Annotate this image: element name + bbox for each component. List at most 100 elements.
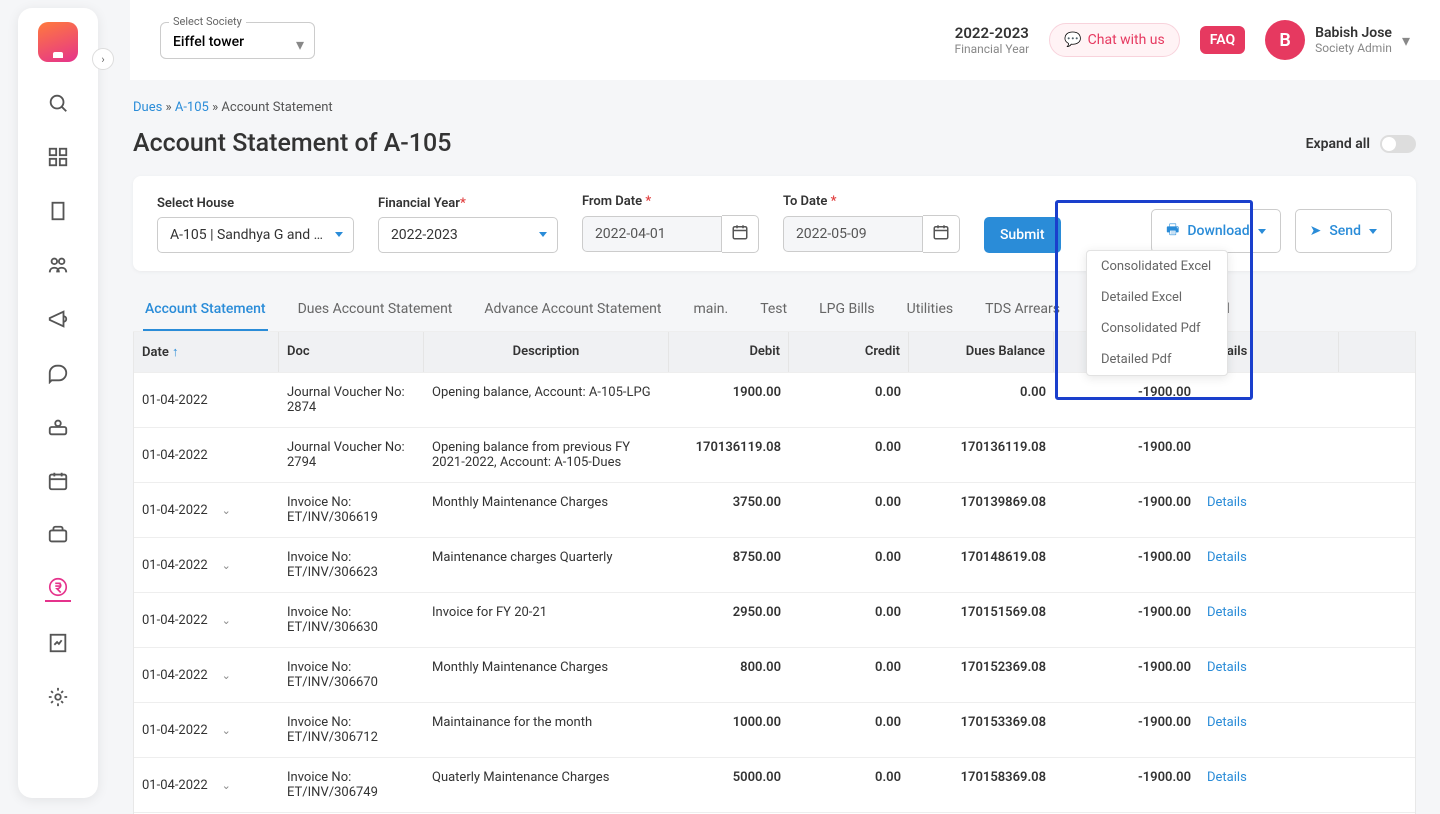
col-credit[interactable]: Credit bbox=[789, 332, 909, 372]
send-button[interactable]: ➤ Send bbox=[1295, 209, 1392, 253]
report-icon[interactable] bbox=[45, 630, 71, 656]
avatar: B bbox=[1265, 20, 1305, 60]
expand-all-toggle[interactable]: Expand all bbox=[1306, 135, 1416, 153]
cell-date: 01-04-2022 ⌄ bbox=[134, 593, 279, 647]
cell-doc: Invoice No: ET/INV/306623 bbox=[279, 538, 424, 592]
cell-credit: 0.00 bbox=[789, 373, 909, 427]
cell-dues: 170152369.08 bbox=[909, 648, 1054, 702]
chat-button[interactable]: 💬 Chat with us bbox=[1049, 23, 1180, 57]
cell-details: Details bbox=[1199, 758, 1339, 812]
cell-credit: 0.00 bbox=[789, 758, 909, 812]
chevron-down-icon: ▾ bbox=[296, 35, 304, 54]
building-icon[interactable] bbox=[45, 198, 71, 224]
society-select-value: Eiffel tower bbox=[173, 34, 244, 50]
toggle-switch[interactable] bbox=[1380, 135, 1416, 153]
cell-balance: -1900.00 bbox=[1054, 703, 1199, 757]
fy-select[interactable]: 2022-2023 bbox=[378, 217, 558, 253]
col-date[interactable]: Date ↑ bbox=[134, 332, 279, 372]
chevron-down-icon bbox=[1258, 229, 1266, 234]
details-link[interactable]: Details bbox=[1207, 550, 1247, 565]
tab-dues-statement[interactable]: Dues Account Statement bbox=[296, 289, 455, 331]
helpdesk-icon[interactable] bbox=[45, 414, 71, 440]
fy-label: Financial Year bbox=[954, 42, 1029, 56]
col-debit[interactable]: Debit bbox=[669, 332, 789, 372]
cell-credit: 0.00 bbox=[789, 428, 909, 482]
user-menu[interactable]: B Babish Jose Society Admin ▾ bbox=[1265, 20, 1410, 60]
details-link[interactable]: Details bbox=[1207, 495, 1247, 510]
cell-details bbox=[1199, 428, 1339, 482]
calendar-icon[interactable] bbox=[45, 468, 71, 494]
fy-filter-label: Financial Year* bbox=[378, 196, 558, 211]
calendar-icon[interactable] bbox=[722, 215, 759, 253]
col-desc[interactable]: Description bbox=[424, 332, 669, 372]
cell-date: 01-04-2022 ⌄ bbox=[134, 538, 279, 592]
sidebar-expand-button[interactable]: › bbox=[92, 48, 114, 70]
cell-dues: 0.00 bbox=[909, 373, 1054, 427]
details-link[interactable]: Details bbox=[1207, 770, 1247, 785]
cell-date: 01-04-2022 ⌄ bbox=[134, 483, 279, 537]
tab-test[interactable]: Test bbox=[758, 289, 789, 331]
settings-icon[interactable] bbox=[45, 684, 71, 710]
sort-asc-icon: ↑ bbox=[172, 345, 179, 360]
app-logo[interactable] bbox=[38, 22, 78, 62]
tab-main[interactable]: main. bbox=[691, 289, 730, 331]
to-date-input[interactable]: 2022-05-09 bbox=[783, 216, 923, 252]
tab-advance-statement[interactable]: Advance Account Statement bbox=[482, 289, 663, 331]
cell-balance: -1900.00 bbox=[1054, 758, 1199, 812]
calendar-icon[interactable] bbox=[923, 215, 960, 253]
cell-date: 01-04-2022 ⌄ bbox=[134, 648, 279, 702]
cell-doc: Invoice No: ET/INV/306749 bbox=[279, 758, 424, 812]
statement-table: Date ↑ Doc Description Debit Credit Dues… bbox=[133, 332, 1416, 814]
tab-tds[interactable]: TDS Arrears bbox=[983, 289, 1062, 331]
society-select[interactable]: Select Society Eiffel tower ▾ bbox=[160, 22, 315, 59]
cell-desc: Quaterly Maintenance Charges bbox=[424, 758, 669, 812]
faq-button[interactable]: FAQ bbox=[1200, 26, 1245, 54]
cell-balance: -1900.00 bbox=[1054, 483, 1199, 537]
download-button[interactable]: 🖶 Download bbox=[1151, 209, 1280, 253]
details-link[interactable]: Details bbox=[1207, 715, 1247, 730]
search-icon[interactable] bbox=[45, 90, 71, 116]
cell-credit: 0.00 bbox=[789, 538, 909, 592]
cell-credit: 0.00 bbox=[789, 593, 909, 647]
breadcrumb-current: Account Statement bbox=[221, 100, 332, 115]
chevron-down-icon[interactable]: ⌄ bbox=[222, 779, 231, 792]
cell-desc: Opening balance from previous FY 2021-20… bbox=[424, 428, 669, 482]
tab-account-statement[interactable]: Account Statement bbox=[143, 289, 268, 331]
details-link[interactable]: Details bbox=[1207, 660, 1247, 675]
cell-debit: 1900.00 bbox=[669, 373, 789, 427]
cell-dues: 170139869.08 bbox=[909, 483, 1054, 537]
download-consolidated-excel[interactable]: Consolidated Excel bbox=[1087, 251, 1227, 282]
cell-credit: 0.00 bbox=[789, 703, 909, 757]
download-detailed-pdf[interactable]: Detailed Pdf bbox=[1087, 344, 1227, 375]
chevron-down-icon[interactable]: ⌄ bbox=[222, 669, 231, 682]
chevron-down-icon[interactable]: ⌄ bbox=[222, 614, 231, 627]
cell-date: 01-04-2022 bbox=[134, 373, 279, 427]
rupee-icon[interactable] bbox=[45, 576, 71, 602]
cell-dues: 170148619.08 bbox=[909, 538, 1054, 592]
col-doc[interactable]: Doc bbox=[279, 332, 424, 372]
submit-button[interactable]: Submit bbox=[984, 217, 1061, 253]
sidebar bbox=[18, 8, 98, 798]
download-menu: Consolidated Excel Detailed Excel Consol… bbox=[1086, 250, 1228, 376]
chat-icon[interactable] bbox=[45, 360, 71, 386]
details-link[interactable]: Details bbox=[1207, 605, 1247, 620]
col-dues[interactable]: Dues Balance bbox=[909, 332, 1054, 372]
download-consolidated-pdf[interactable]: Consolidated Pdf bbox=[1087, 313, 1227, 344]
breadcrumb-dues[interactable]: Dues bbox=[133, 100, 162, 115]
download-detailed-excel[interactable]: Detailed Excel bbox=[1087, 282, 1227, 313]
wallet-icon[interactable] bbox=[45, 522, 71, 548]
dashboard-icon[interactable] bbox=[45, 144, 71, 170]
from-date-input[interactable]: 2022-04-01 bbox=[582, 216, 722, 252]
tab-lpg[interactable]: LPG Bills bbox=[817, 289, 877, 331]
breadcrumb-unit[interactable]: A-105 bbox=[175, 100, 209, 115]
users-icon[interactable] bbox=[45, 252, 71, 278]
tab-utilities[interactable]: Utilities bbox=[905, 289, 956, 331]
chevron-down-icon[interactable]: ⌄ bbox=[222, 724, 231, 737]
announce-icon[interactable] bbox=[45, 306, 71, 332]
house-value: A-105 | Sandhya G and … bbox=[170, 227, 323, 243]
house-select[interactable]: A-105 | Sandhya G and … bbox=[157, 217, 354, 253]
chevron-down-icon[interactable]: ⌄ bbox=[222, 504, 231, 517]
table-row: 01-04-2022 ⌄Invoice No: ET/INV/306630Inv… bbox=[134, 592, 1415, 647]
cell-dues: 170151569.08 bbox=[909, 593, 1054, 647]
chevron-down-icon[interactable]: ⌄ bbox=[222, 559, 231, 572]
